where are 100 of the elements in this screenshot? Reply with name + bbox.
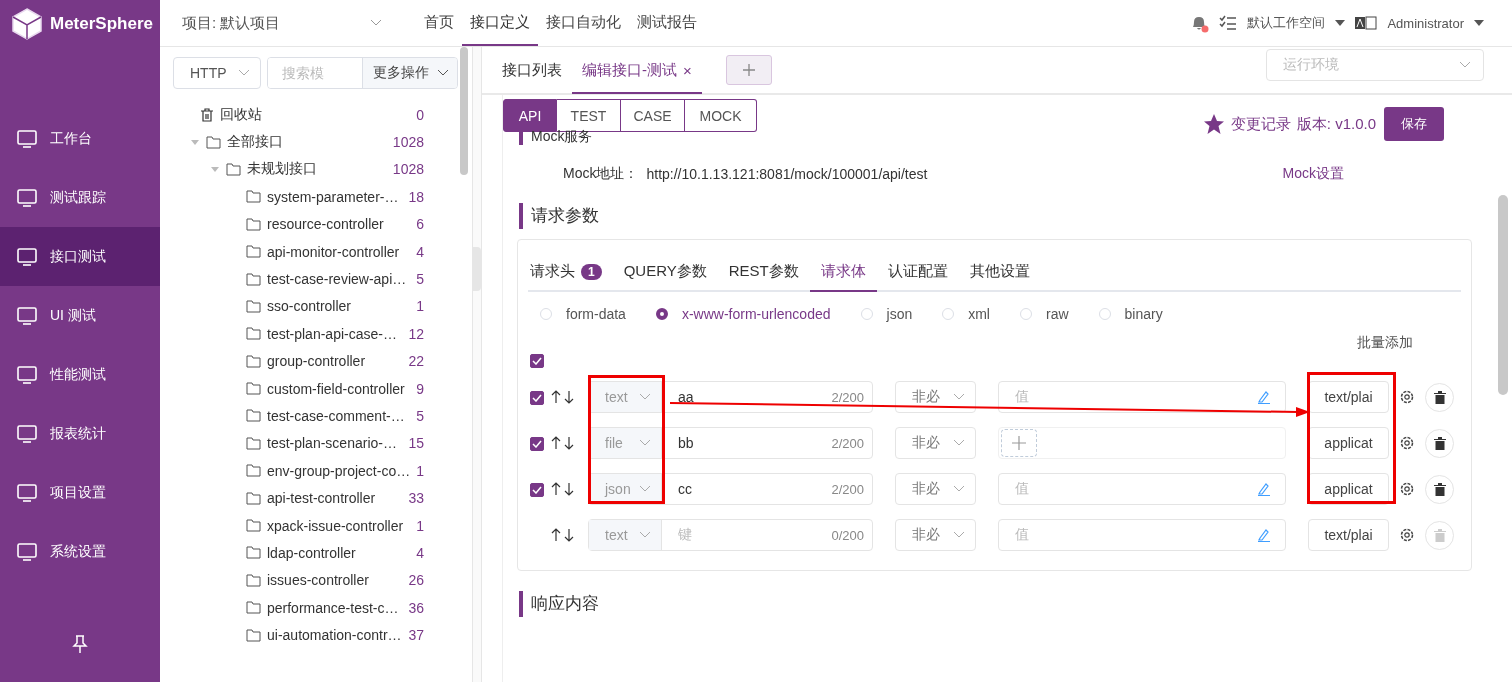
tree-label[interactable]: ldap-controller [267,544,411,561]
settings-icon[interactable] [1399,389,1415,405]
mode-button[interactable]: API [503,99,557,132]
required-select[interactable]: 非必 [895,381,976,413]
edit-icon[interactable] [1257,482,1271,496]
request-tab[interactable]: 请求头 1 [528,258,613,292]
required-select[interactable]: 非必 [895,519,976,551]
delete-button[interactable] [1425,382,1454,412]
required-select[interactable]: 非必 [895,427,976,459]
mode-button[interactable]: CASE [621,99,685,132]
sidebar-item[interactable]: 性能测试 [0,345,160,404]
tree-label[interactable]: api-test-controller [267,490,403,507]
sidebar-item[interactable]: 工作台 [0,109,160,168]
request-tab[interactable]: QUERY参数 [612,258,718,292]
tree-count: 36 [408,599,424,616]
protocol-select[interactable]: HTTP [173,57,261,89]
tree-label[interactable]: api-monitor-controller [267,243,411,260]
tree-label[interactable]: ui-automation-contr… [267,627,403,644]
trash-icon [1433,390,1446,404]
project-select[interactable]: 项目: 默认项目 [182,13,382,33]
tree-label[interactable]: 回收站 [220,105,411,124]
tree-label[interactable]: 全部接口 [227,133,387,152]
required-select[interactable]: 非必 [895,473,976,505]
tree-label[interactable]: env-group-project-co… [267,462,411,479]
plus-icon [1011,435,1027,451]
sidebar-item[interactable]: 接口测试 [0,227,160,286]
mode-button[interactable]: MOCK [685,99,757,132]
sidebar-item[interactable]: 系统设置 [0,522,160,581]
settings-icon[interactable] [1399,481,1415,497]
chevron-icon [953,439,965,447]
nav-tab[interactable]: 接口定义 [462,0,538,46]
sidebar-item[interactable]: 报表统计 [0,404,160,463]
row-checkbox[interactable] [530,483,544,497]
row-checkbox[interactable] [530,391,544,405]
folder-icon [246,409,261,423]
request-tab[interactable]: REST参数 [717,258,810,292]
nav-tab[interactable]: 测试报告 [629,0,705,46]
tree-label[interactable]: test-case-review-api… [267,271,411,288]
nav-tab[interactable]: 接口自动化 [538,0,629,46]
body-type-radio[interactable]: form-data [540,306,626,322]
tree-label[interactable]: performance-test-c… [267,599,403,616]
sort-arrows-icon[interactable] [550,436,576,450]
row-checkbox[interactable] [530,437,544,451]
history-link[interactable]: 变更记录 [1230,114,1291,134]
tree-label[interactable]: test-case-comment-… [267,408,411,424]
tree-label[interactable]: group-controller [267,353,403,370]
delete-button[interactable] [1425,474,1454,504]
settings-icon[interactable] [1399,527,1415,543]
sidebar-item[interactable]: 项目设置 [0,463,160,522]
tree-label[interactable]: system-parameter-… [267,188,403,205]
tree-label[interactable]: test-plan-scenario-… [267,435,403,452]
tree-label[interactable]: sso-controller [267,298,411,315]
editor-tab[interactable]: 编辑接口-测试 × [572,48,702,94]
tree-count: 4 [416,544,424,561]
caret-icon [1474,20,1484,26]
settings-icon[interactable] [1399,435,1415,451]
workspace-select[interactable]: 默认工作空间 [1247,14,1326,32]
folder-icon [246,354,261,368]
tree-label[interactable]: xpack-issue-controller [267,517,411,534]
batch-add-link[interactable]: 批量添加 [1357,334,1413,352]
sort-arrows-icon[interactable] [550,482,576,496]
edit-icon[interactable] [1257,390,1271,404]
request-tab[interactable]: 请求体 [809,258,877,292]
body-type-radio[interactable]: json [860,306,913,322]
collapse-handle[interactable] [473,247,481,291]
select-all-checkbox[interactable] [530,354,544,368]
body-type-radio[interactable]: xml [942,306,990,322]
language-icon[interactable] [1355,16,1378,30]
request-tab[interactable]: 其他设置 [958,258,1041,292]
trash-icon [200,107,214,122]
sidebar-item[interactable]: 测试跟踪 [0,168,160,227]
scrollbar[interactable] [1498,195,1508,395]
body-type-radio[interactable]: raw [1020,306,1069,322]
sidebar-item[interactable]: UI 测试 [0,286,160,345]
tree-label[interactable]: test-plan-api-case-… [267,325,403,342]
tree-label[interactable]: 未规划接口 [247,160,387,179]
tree-label[interactable]: issues-controller [267,572,403,589]
tree-count: 37 [408,627,424,644]
pin-icon[interactable] [72,634,88,654]
delete-button[interactable] [1425,428,1454,458]
close-button[interactable]: × [683,61,692,79]
content-type-field[interactable]: text/plai [1308,519,1389,551]
edit-icon[interactable] [1257,528,1271,542]
sort-arrows-icon[interactable] [550,390,576,404]
body-type-radio[interactable]: x-www-form-urlencoded [655,306,831,322]
save-button[interactable]: 保存 [1384,107,1444,141]
tree-label[interactable]: resource-controller [267,216,411,233]
nav-tab[interactable]: 首页 [416,0,462,46]
user-menu[interactable]: Administrator [1387,15,1464,31]
body-type-radio[interactable]: binary [1098,306,1163,322]
editor-tab[interactable]: 接口列表 [492,48,572,94]
sort-arrows-icon[interactable] [550,528,576,542]
star-icon[interactable] [1202,113,1225,135]
scrollbar[interactable] [460,47,468,175]
tree-count: 5 [416,271,424,288]
request-tab[interactable]: 认证配置 [876,258,959,292]
mock-settings-link[interactable]: Mock设置 [1282,165,1344,183]
tree-label[interactable]: custom-field-controller [267,380,411,397]
plus-icon [741,63,756,77]
tree-count: 22 [408,353,424,370]
